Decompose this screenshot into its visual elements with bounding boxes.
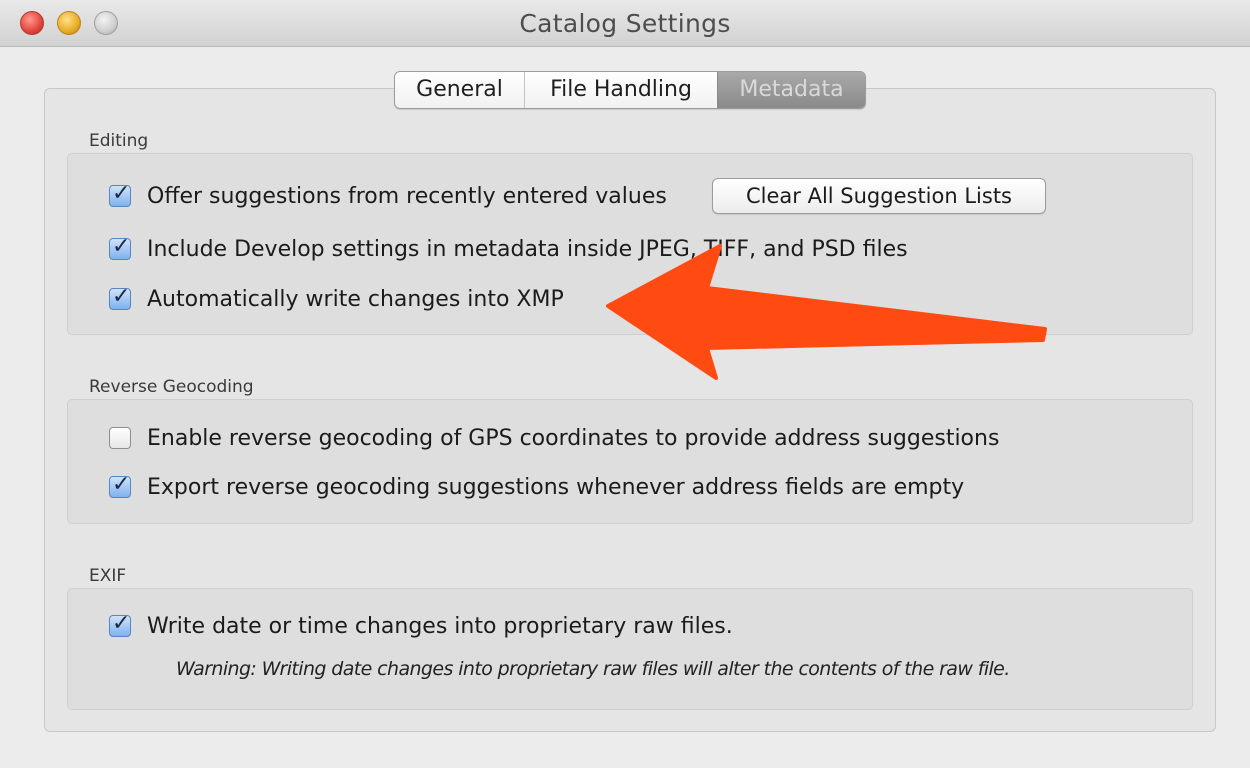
export-reverse-geocoding-label[interactable]: Export reverse geocoding suggestions whe…: [147, 475, 964, 500]
title-bar[interactable]: Catalog Settings: [0, 0, 1250, 47]
tab-metadata[interactable]: Metadata: [717, 72, 865, 108]
editing-section-header: Editing: [89, 131, 149, 151]
checkmark-icon: ✓: [112, 611, 131, 636]
include-develop-checkbox[interactable]: ✓: [109, 234, 131, 260]
exif-group: [67, 588, 1193, 710]
raw-file-warning-text: Warning: Writing date changes into propr…: [176, 658, 1010, 680]
clear-all-suggestion-lists-button[interactable]: Clear All Suggestion Lists: [712, 178, 1046, 214]
offer-suggestions-option[interactable]: ✓ Offer suggestions from recently entere…: [109, 181, 667, 211]
enable-reverse-geocoding-label[interactable]: Enable reverse geocoding of GPS coordina…: [147, 426, 999, 451]
export-reverse-geocoding-checkbox[interactable]: ✓: [109, 472, 131, 498]
offer-suggestions-checkbox[interactable]: ✓: [109, 181, 131, 207]
reverse-geocoding-section-header: Reverse Geocoding: [89, 377, 254, 397]
include-develop-option[interactable]: ✓ Include Develop settings in metadata i…: [109, 234, 908, 264]
write-date-label[interactable]: Write date or time changes into propriet…: [147, 614, 733, 639]
auto-write-xmp-checkbox[interactable]: ✓: [109, 284, 131, 310]
export-reverse-geocoding-option[interactable]: ✓ Export reverse geocoding suggestions w…: [109, 472, 964, 502]
write-date-checkbox[interactable]: ✓: [109, 611, 131, 637]
reverse-geocoding-group: [67, 399, 1193, 524]
write-date-option[interactable]: ✓ Write date or time changes into propri…: [109, 611, 733, 641]
checkmark-icon: ✓: [112, 181, 131, 206]
catalog-settings-window: Catalog Settings General File Handling M…: [0, 0, 1250, 768]
offer-suggestions-label[interactable]: Offer suggestions from recently entered …: [147, 184, 667, 209]
include-develop-label[interactable]: Include Develop settings in metadata ins…: [147, 237, 908, 262]
enable-reverse-geocoding-checkbox[interactable]: [109, 427, 131, 449]
checkmark-icon: ✓: [112, 284, 131, 309]
tab-general[interactable]: General: [395, 72, 525, 108]
auto-write-xmp-option[interactable]: ✓ Automatically write changes into XMP: [109, 284, 564, 314]
tab-file-handling[interactable]: File Handling: [525, 72, 717, 108]
auto-write-xmp-label[interactable]: Automatically write changes into XMP: [147, 287, 564, 312]
checkmark-icon: ✓: [112, 234, 131, 259]
exif-section-header: EXIF: [89, 566, 127, 586]
window-title: Catalog Settings: [519, 9, 731, 38]
checkmark-icon: ✓: [112, 472, 131, 497]
enable-reverse-geocoding-option[interactable]: Enable reverse geocoding of GPS coordina…: [109, 423, 999, 453]
tab-bar: General File Handling Metadata: [394, 71, 866, 109]
